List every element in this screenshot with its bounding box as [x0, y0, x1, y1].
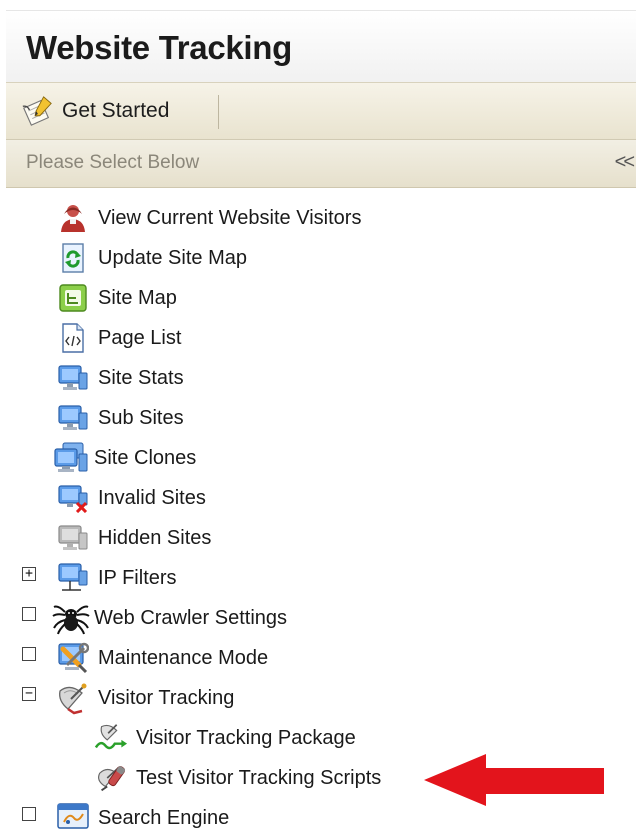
site-map-icon [56, 282, 90, 314]
tree-item-label: Site Stats [98, 366, 184, 389]
checkbox-web-crawler-settings[interactable] [22, 607, 36, 621]
tree-item-label: Page List [98, 326, 182, 349]
get-started-button[interactable]: Get Started [20, 91, 169, 131]
expand-toggle-ip-filters[interactable]: + [22, 567, 36, 581]
tree-item-site-clones[interactable]: Site Clones [52, 438, 196, 478]
visitor-person-icon [56, 202, 90, 234]
tree-item-visitor-tracking-package[interactable]: Visitor Tracking Package [94, 718, 356, 758]
tree-item-label: Sub Sites [98, 406, 184, 429]
tree-item-web-crawler-settings[interactable]: Web Crawler Settings [52, 598, 287, 638]
monitor-icon [56, 402, 90, 434]
collapse-panel-button[interactable]: << [615, 151, 635, 174]
page: Website Tracking Get Started Please Sele… [0, 0, 636, 831]
tree-item-label: Visitor Tracking [98, 686, 235, 709]
network-monitor-icon [56, 562, 90, 594]
toolbar: Get Started [6, 82, 636, 140]
tree-item-invalid-sites[interactable]: Invalid Sites [56, 478, 206, 518]
tree-item-test-visitor-tracking-scripts[interactable]: Test Visitor Tracking Scripts [94, 758, 381, 798]
tree-item-label: Maintenance Mode [98, 646, 269, 669]
checkbox-search-engine[interactable] [22, 807, 36, 821]
page-title: Website Tracking [26, 29, 293, 66]
checkbox-maintenance-mode[interactable] [22, 647, 36, 661]
tree-item-search-engine[interactable]: Search Engine [56, 798, 229, 831]
tree-item-label: IP Filters [98, 566, 177, 589]
wrench-screwdriver-icon [56, 642, 90, 674]
tree-item-site-stats[interactable]: Site Stats [56, 358, 184, 398]
satellite-dish-icon [56, 682, 90, 715]
tree-item-label: Update Site Map [98, 246, 247, 269]
tree-item-maintenance-mode[interactable]: Maintenance Mode [56, 638, 268, 678]
tree-item-label: Test Visitor Tracking Scripts [136, 766, 382, 789]
tree-item-sub-sites[interactable]: Sub Sites [56, 398, 184, 438]
monitor-gray-icon [56, 522, 90, 554]
annotation-arrow [424, 754, 604, 806]
spider-icon [52, 602, 90, 635]
multi-monitor-icon [52, 442, 90, 474]
tree-item-label: View Current Website Visitors [98, 206, 362, 229]
html-page-icon [56, 322, 90, 354]
title-bar: Website Tracking [6, 10, 636, 82]
get-started-label: Get Started [62, 99, 170, 122]
notepad-pencil-icon [20, 95, 54, 127]
toolbar-divider [218, 95, 219, 129]
tree-item-label: Search Engine [98, 806, 230, 829]
search-engine-icon [56, 802, 90, 831]
tree-item-label: Invalid Sites [98, 486, 206, 509]
tree-item-label: Visitor Tracking Package [136, 726, 356, 749]
refresh-document-icon [56, 242, 90, 274]
select-bar: Please Select Below << [6, 140, 636, 188]
select-label: Please Select Below [26, 152, 200, 173]
tracking-package-icon [94, 722, 128, 754]
tree-item-ip-filters[interactable]: IP Filters [56, 558, 177, 598]
tree-item-visitor-tracking[interactable]: Visitor Tracking [56, 678, 234, 718]
collapse-toggle-visitor-tracking[interactable]: − [22, 687, 36, 701]
tree-item-page-list[interactable]: Page List [56, 318, 181, 358]
tree-item-update-site-map[interactable]: Update Site Map [56, 238, 247, 278]
tree-item-view-current-visitors[interactable]: View Current Website Visitors [56, 198, 361, 238]
tree-item-hidden-sites[interactable]: Hidden Sites [56, 518, 211, 558]
tree-item-label: Site Map [98, 286, 177, 309]
monitor-error-icon [56, 482, 90, 514]
test-dish-icon [94, 762, 128, 794]
tree-item-label: Hidden Sites [98, 526, 212, 549]
tree-item-label: Web Crawler Settings [94, 606, 288, 629]
tree-item-site-map[interactable]: Site Map [56, 278, 177, 318]
tree-item-label: Site Clones [94, 446, 197, 469]
monitor-icon [56, 362, 90, 394]
